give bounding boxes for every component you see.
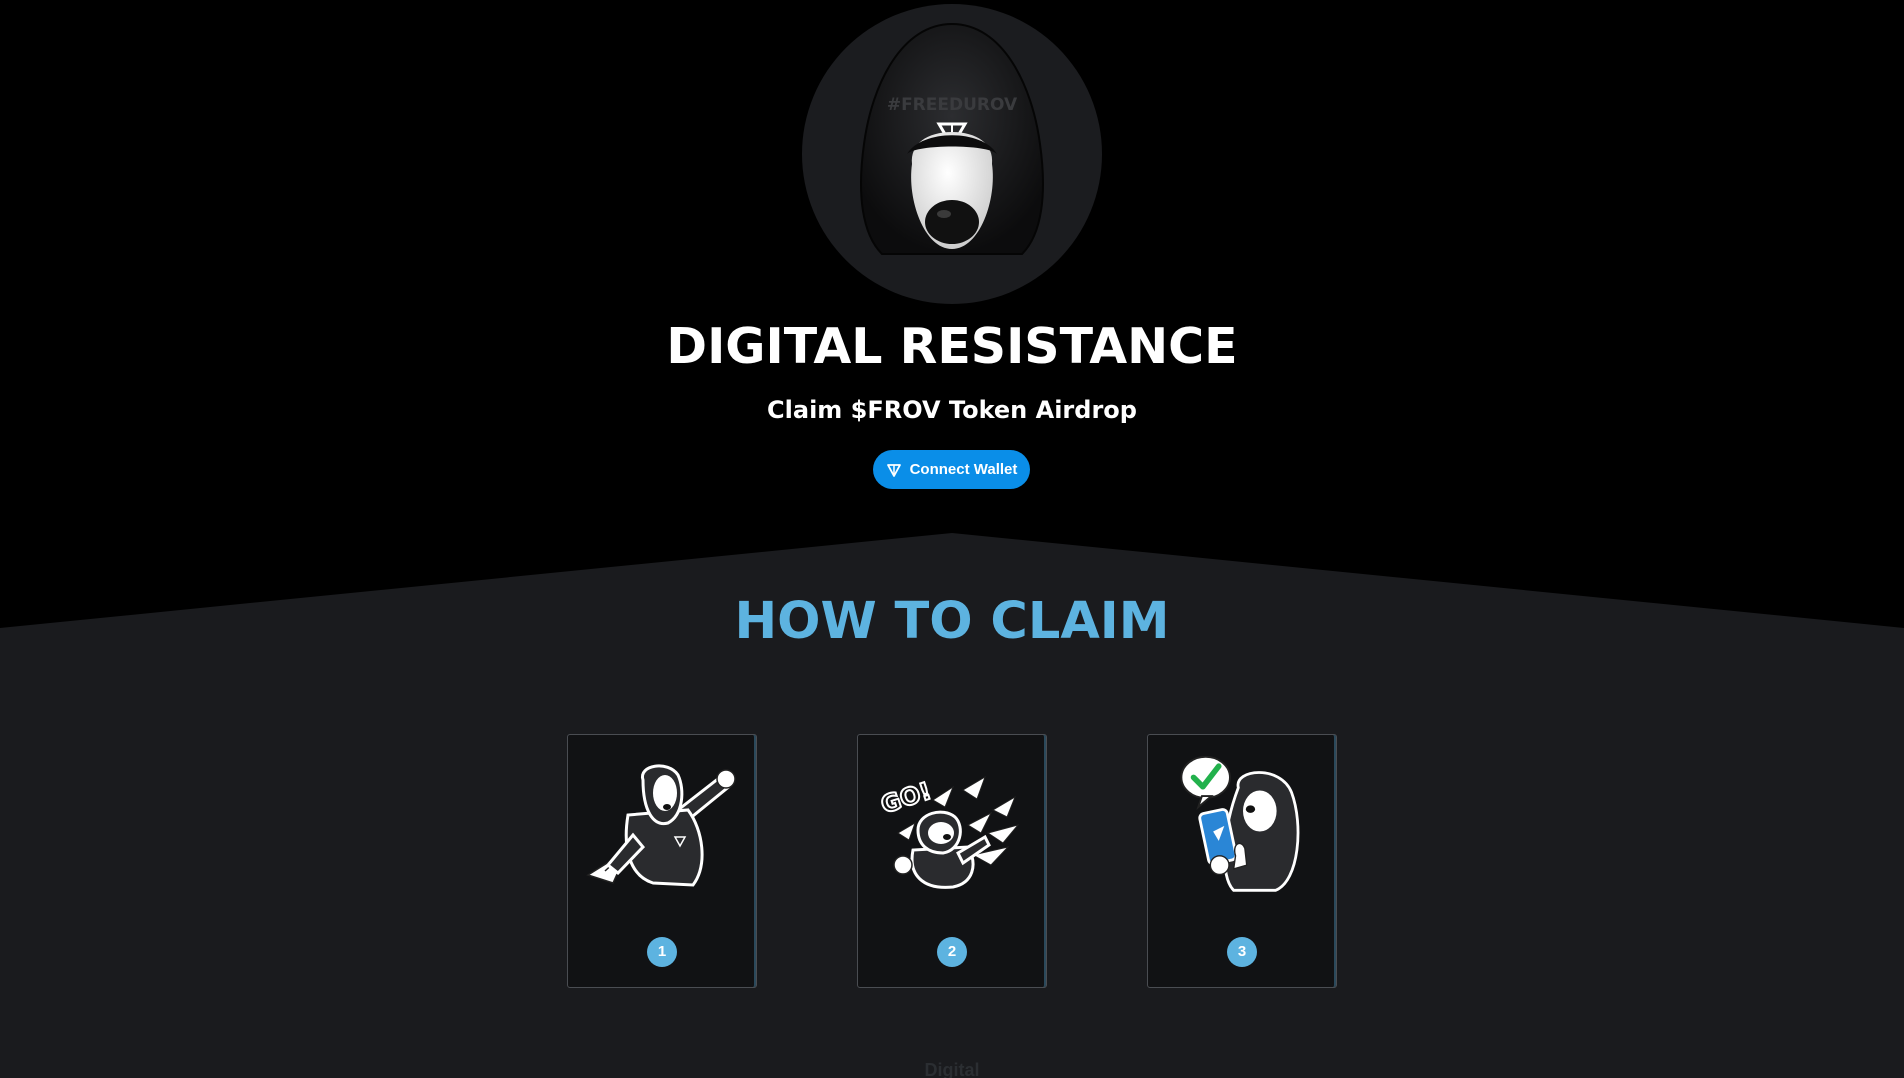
- page: #FREEDUROV DIGITAL RESISTANCE Claim $FRO…: [0, 0, 1904, 1078]
- page-subtitle: Claim $FROV Token Airdrop: [767, 396, 1137, 424]
- step-number-badge: 2: [937, 937, 967, 967]
- svg-text:GO!: GO!: [877, 777, 934, 819]
- connect-wallet-button[interactable]: Connect Wallet: [873, 450, 1030, 489]
- claim-step-card-3[interactable]: 3: [1147, 734, 1337, 988]
- claim-step-card-1[interactable]: 1: [567, 734, 757, 988]
- avatar: #FREEDUROV: [802, 4, 1102, 304]
- step-number-badge: 3: [1227, 937, 1257, 967]
- svg-text:#FREEDUROV: #FREEDUROV: [887, 95, 1018, 115]
- sticker-dog-phone-check-icon: [1180, 755, 1300, 892]
- sticker-dog-paper-plane-icon: [586, 764, 736, 887]
- page-title: DIGITAL RESISTANCE: [666, 318, 1238, 375]
- footer-peek-text: Digital: [924, 1060, 980, 1078]
- claim-step-card-2[interactable]: GO! 2: [857, 734, 1047, 988]
- step-number-badge: 1: [647, 937, 677, 967]
- hero-section: #FREEDUROV DIGITAL RESISTANCE Claim $FRO…: [0, 0, 1904, 500]
- how-to-claim-title: HOW TO CLAIM: [734, 592, 1170, 651]
- ton-diamond-icon: [886, 462, 902, 478]
- sticker-dog-go-icon: GO!: [876, 776, 1020, 889]
- connect-wallet-label: Connect Wallet: [909, 461, 1018, 478]
- hooded-dog-avatar-icon: #FREEDUROV: [860, 22, 1044, 255]
